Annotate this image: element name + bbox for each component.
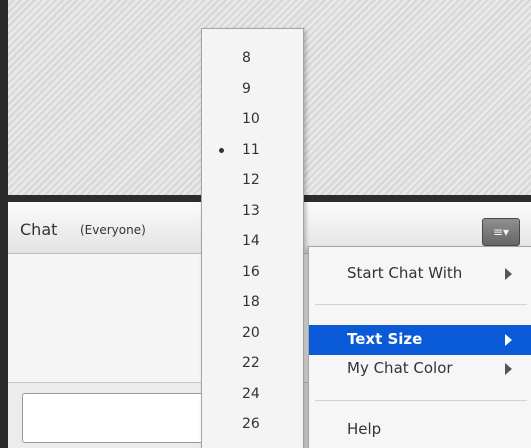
menu-item-text-size[interactable]: Text Size bbox=[309, 325, 531, 355]
chat-message-input[interactable] bbox=[22, 393, 222, 443]
text-size-submenu: 8 9 10 11 12 13 14 16 18 20 22 24 26 bbox=[201, 28, 304, 448]
text-size-value: 26 bbox=[242, 416, 260, 432]
menu-item-my-chat-color[interactable]: My Chat Color bbox=[309, 354, 531, 384]
text-size-option[interactable]: 10 bbox=[202, 104, 303, 136]
menu-lines-icon: ≡▾ bbox=[492, 225, 510, 239]
text-size-value: 10 bbox=[242, 111, 260, 127]
menu-item-label: My Chat Color bbox=[347, 359, 453, 377]
selected-bullet-icon bbox=[219, 147, 224, 153]
text-size-option[interactable]: 24 bbox=[202, 379, 303, 411]
menu-separator bbox=[315, 304, 527, 305]
menu-item-label: Text Size bbox=[347, 330, 423, 348]
text-size-value: 18 bbox=[242, 294, 260, 310]
text-size-value: 12 bbox=[242, 172, 260, 188]
text-size-value: 24 bbox=[242, 385, 260, 402]
text-size-option[interactable]: 18 bbox=[202, 287, 303, 319]
text-size-value: 11 bbox=[242, 141, 260, 158]
menu-separator bbox=[315, 400, 527, 401]
menu-item-start-chat-with[interactable]: Start Chat With bbox=[309, 259, 531, 289]
chat-options-menu: Start Chat With Text Size My Chat Color … bbox=[308, 246, 531, 448]
chat-scope-label: (Everyone) bbox=[80, 223, 146, 237]
text-size-option[interactable]: 9 bbox=[202, 74, 303, 106]
text-size-option[interactable]: 13 bbox=[202, 196, 303, 228]
chat-title: Chat bbox=[20, 220, 58, 239]
text-size-value: 20 bbox=[242, 324, 260, 341]
left-frame-edge bbox=[0, 0, 8, 448]
text-size-option[interactable]: 14 bbox=[202, 226, 303, 258]
text-size-value: 16 bbox=[242, 263, 260, 280]
text-size-option[interactable]: 26 bbox=[202, 409, 303, 441]
menu-item-label: Start Chat With bbox=[347, 264, 463, 282]
text-size-option[interactable]: 11 bbox=[202, 135, 303, 167]
submenu-arrow-icon bbox=[505, 268, 512, 280]
text-size-value: 22 bbox=[242, 355, 260, 371]
menu-item-help[interactable]: Help bbox=[309, 415, 531, 445]
text-size-value: 9 bbox=[242, 80, 251, 97]
menu-item-label: Help bbox=[347, 420, 382, 438]
text-size-value: 14 bbox=[242, 233, 260, 249]
text-size-option[interactable]: 12 bbox=[202, 165, 303, 197]
text-size-option[interactable]: 8 bbox=[202, 43, 303, 75]
text-size-option[interactable]: 20 bbox=[202, 318, 303, 350]
text-size-value: 8 bbox=[242, 50, 251, 66]
pod-options-menu-button[interactable]: ≡▾ bbox=[482, 218, 520, 246]
submenu-arrow-icon bbox=[505, 363, 512, 375]
text-size-value: 13 bbox=[242, 202, 260, 219]
text-size-option[interactable]: 16 bbox=[202, 257, 303, 289]
submenu-arrow-icon bbox=[505, 334, 512, 346]
text-size-option[interactable]: 22 bbox=[202, 348, 303, 380]
